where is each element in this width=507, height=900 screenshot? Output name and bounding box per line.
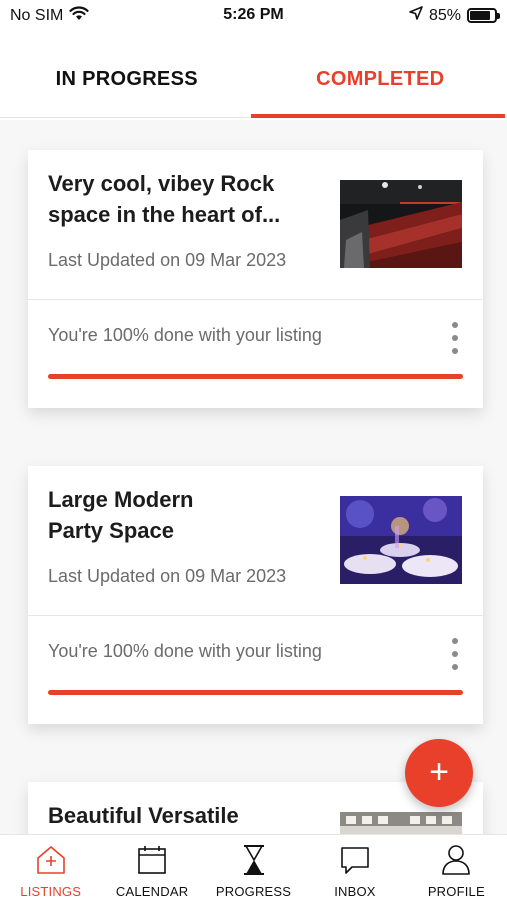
listing-card-footer: You're 100% done with your listing <box>28 616 483 724</box>
listing-last-updated: Last Updated on 09 Mar 2023 <box>48 250 287 270</box>
nav-label-inbox: INBOX <box>334 884 376 899</box>
nav-item-inbox[interactable]: INBOX <box>304 835 405 900</box>
listing-card[interactable]: Very cool, vibey Rock space in the heart… <box>28 150 483 408</box>
nav-label-listings: LISTINGS <box>20 884 82 899</box>
battery-icon <box>467 8 500 23</box>
bottom-navigation: LISTINGS CALENDAR PROGRESS INBOX PROFILE <box>0 834 507 900</box>
listing-thumbnail-hall[interactable] <box>340 812 462 834</box>
nav-item-calendar[interactable]: CALENDAR <box>101 835 202 900</box>
tab-in-progress[interactable]: IN PROGRESS <box>0 50 254 117</box>
location-arrow-icon <box>409 6 423 25</box>
nav-item-progress[interactable]: PROGRESS <box>203 835 304 900</box>
nav-item-listings[interactable]: LISTINGS <box>0 835 101 900</box>
listing-progress-text: You're 100% done with your listing <box>48 325 322 345</box>
listing-progress-bar <box>48 374 463 379</box>
home-plus-icon <box>34 843 68 880</box>
listing-thumbnail-theater[interactable] <box>340 180 462 268</box>
listing-title: Very cool, vibey Rock space in the heart… <box>48 171 281 227</box>
status-bar: No SIM 5:26 PM 85% <box>0 0 507 32</box>
person-icon <box>439 843 473 880</box>
hourglass-icon <box>237 843 271 880</box>
battery-percent: 85% <box>428 6 461 24</box>
listing-card[interactable]: Large Modern Party Space Last Updated on… <box>28 466 483 724</box>
listing-progress-fill <box>48 690 463 695</box>
nav-item-profile[interactable]: PROFILE <box>406 835 507 900</box>
listing-progress-text: You're 100% done with your listing <box>48 641 322 661</box>
nav-label-profile: PROFILE <box>427 884 485 899</box>
listing-progress-fill <box>48 374 463 379</box>
more-options-icon[interactable] <box>447 322 463 354</box>
listing-last-updated: Last Updated on 09 Mar 2023 <box>48 566 287 586</box>
listing-card-header[interactable]: Large Modern Party Space Last Updated on… <box>28 466 483 616</box>
nav-label-progress: PROGRESS <box>215 884 292 899</box>
chat-bubble-icon <box>338 843 372 880</box>
listing-thumbnail-party[interactable] <box>340 496 462 584</box>
plus-icon: + <box>429 753 449 791</box>
listing-card-header[interactable]: Very cool, vibey Rock space in the heart… <box>28 150 483 300</box>
status-right: 85% <box>409 6 500 25</box>
listing-progress-bar <box>48 690 463 695</box>
nav-label-calendar: CALENDAR <box>115 884 189 899</box>
listings-list[interactable]: Very cool, vibey Rock space in the heart… <box>0 120 507 834</box>
more-options-icon[interactable] <box>447 638 463 670</box>
listing-title: Large Modern Party Space <box>48 487 194 543</box>
calendar-icon <box>135 843 169 880</box>
listing-title: Beautiful Versatile <box>48 803 239 828</box>
add-listing-button[interactable]: + <box>405 739 473 807</box>
listing-card-footer: You're 100% done with your listing <box>28 300 483 408</box>
tab-completed[interactable]: COMPLETED <box>250 50 507 118</box>
listing-status-tabs: IN PROGRESS COMPLETED <box>0 50 507 118</box>
